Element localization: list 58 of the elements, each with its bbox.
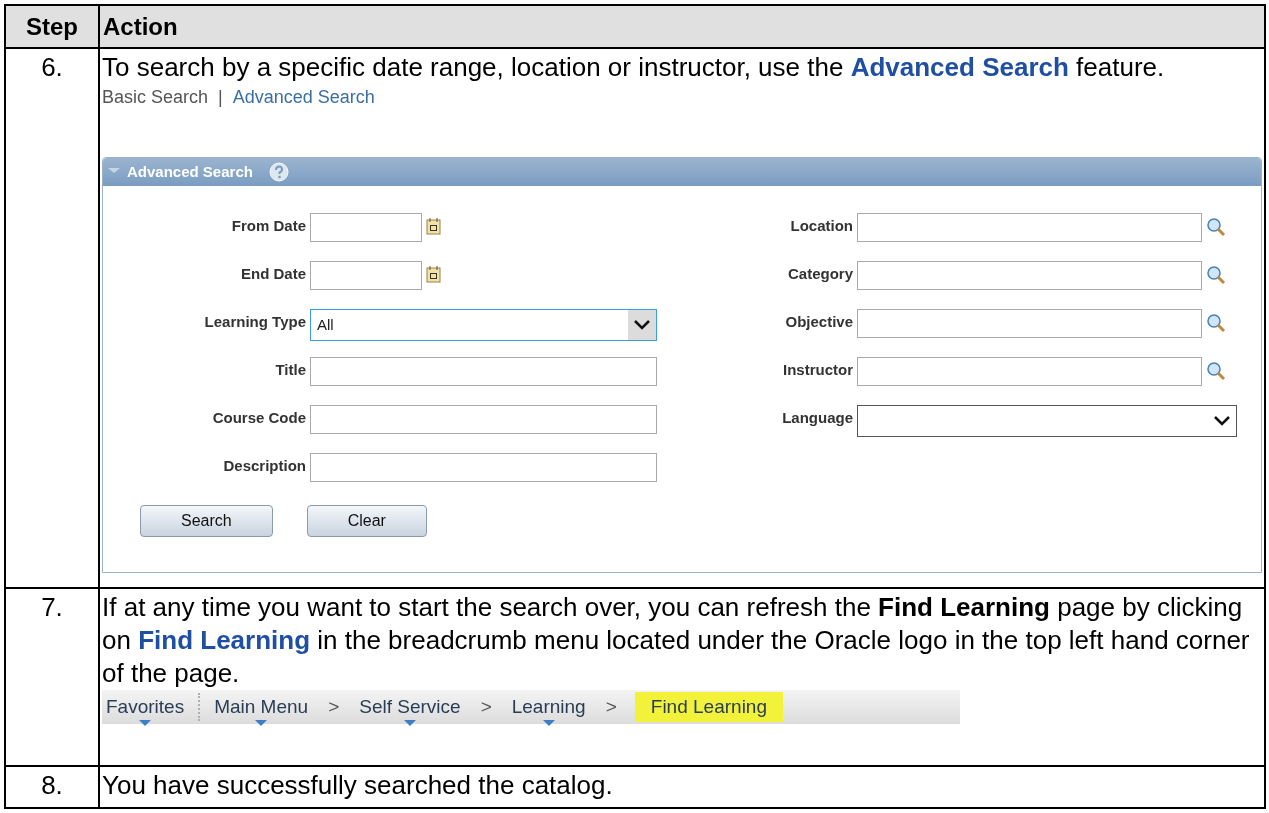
calendar-icon[interactable] [426, 265, 442, 283]
breadcrumb-separator: > [605, 694, 617, 719]
help-icon[interactable] [268, 162, 289, 182]
field-label: Objective [785, 312, 853, 332]
input-field[interactable] [310, 453, 657, 482]
panel-title: Advanced Search [127, 161, 253, 182]
field-label: Category [787, 264, 853, 284]
input-field[interactable] [857, 261, 1202, 290]
field-label: Instructor [783, 360, 853, 380]
field-label: Title [275, 360, 306, 380]
instruction-text: To search by a specific date range, location or instructor, use the Advanced Search feature. [102, 51, 1166, 84]
input-field[interactable] [857, 357, 1202, 386]
field-label: Language [782, 408, 853, 428]
dropdown-triangle-icon[interactable] [403, 720, 416, 726]
current-search-mode[interactable]: Basic Search [102, 84, 209, 111]
panel-button[interactable]: Clear [306, 505, 427, 537]
breadcrumb-separator: > [480, 694, 492, 719]
date-field[interactable] [310, 213, 422, 242]
step-number: 6. [41, 51, 63, 84]
panel-button[interactable]: Search [140, 505, 273, 537]
column-header: Step [26, 11, 78, 42]
date-field[interactable] [310, 261, 422, 290]
input-field[interactable] [857, 309, 1202, 338]
instruction-text: If at any time you want to start the search over, you can refresh the Find Learning page by clicking on Find Learning in the breadcrumb menu located under the Oracle logo in the top left hand corner of the page. [102, 591, 1251, 690]
field-label: End Date [241, 264, 306, 284]
dropdown[interactable] [857, 405, 1237, 437]
link[interactable]: Advanced Search [232, 84, 375, 111]
search-icon[interactable] [1206, 361, 1226, 381]
breadcrumb-item[interactable]: Favorites [104, 692, 187, 722]
instruction-text: You have successfully searched the catalog. [102, 769, 614, 802]
search-icon[interactable] [1206, 265, 1226, 285]
field-label: Course Code [212, 408, 306, 428]
breadcrumb-separator: > [328, 694, 340, 719]
field-label: From Date [231, 216, 306, 236]
step-number: 8. [41, 769, 63, 802]
breadcrumb-item[interactable]: Main Menu [212, 692, 311, 722]
input-field[interactable] [857, 213, 1202, 242]
breadcrumb-item[interactable]: Learning [509, 692, 588, 722]
breadcrumb-item[interactable]: Self Service [357, 692, 463, 722]
search-icon[interactable] [1206, 313, 1226, 333]
input-field[interactable] [310, 357, 657, 386]
calendar-icon[interactable] [426, 217, 442, 235]
dropdown-triangle-icon[interactable] [255, 720, 268, 726]
search-icon[interactable] [1206, 217, 1226, 237]
breadcrumb-item[interactable]: Find Learning [634, 692, 783, 722]
field-label: Location [790, 216, 853, 236]
link[interactable]: Advanced Search [850, 52, 1069, 82]
field-label: Learning Type [204, 312, 306, 332]
link-separator: | [218, 86, 223, 109]
dropdown-triangle-icon[interactable] [139, 720, 152, 726]
field-label: Description [223, 456, 306, 476]
link[interactable]: Find Learning [138, 625, 311, 655]
column-header: Action [103, 11, 178, 42]
step-number: 7. [41, 591, 63, 624]
input-field[interactable] [310, 405, 657, 434]
dropdown-triangle-icon[interactable] [542, 720, 555, 726]
dropdown[interactable]: All [310, 309, 657, 341]
dropdown-value: All [316, 314, 334, 335]
